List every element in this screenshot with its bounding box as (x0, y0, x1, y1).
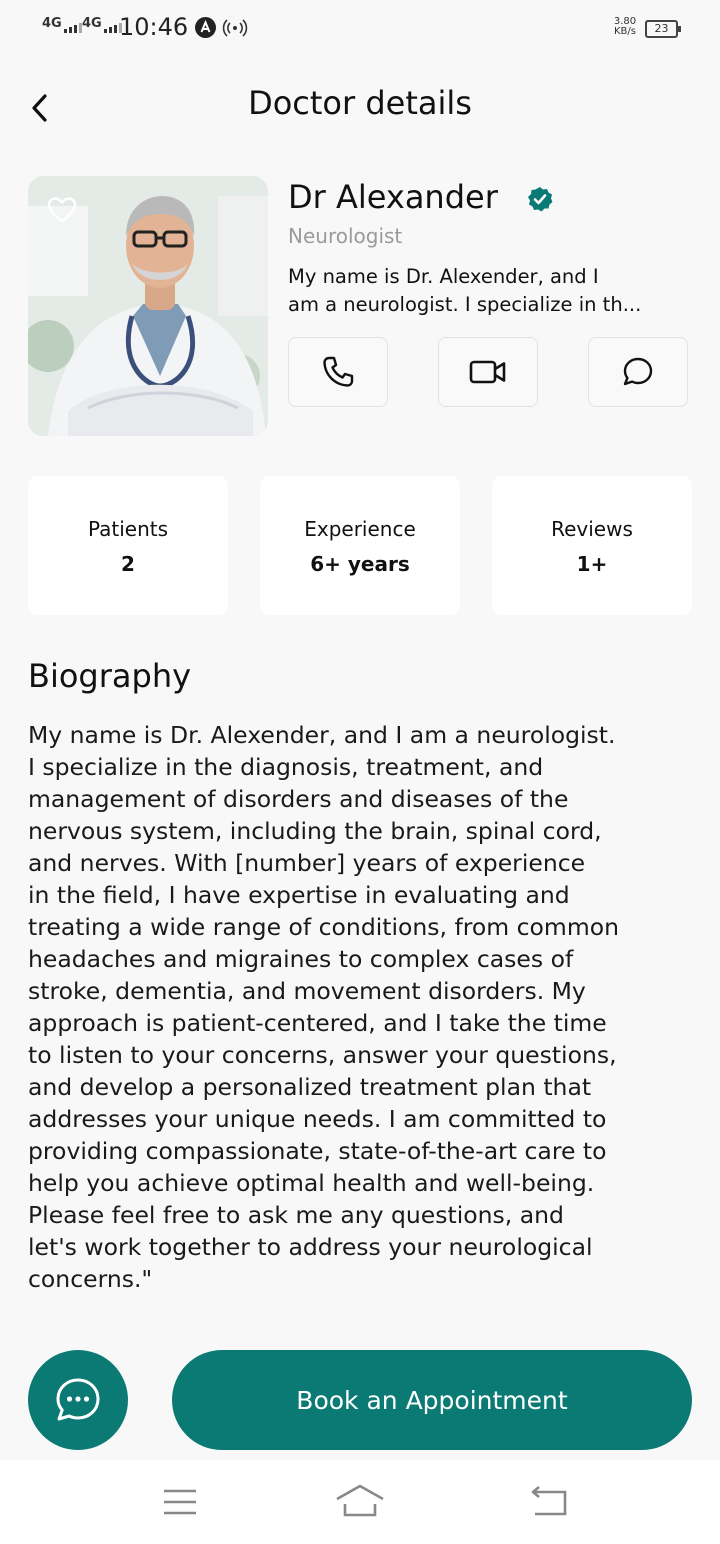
biography-line: treating a wide range of conditions, fro… (28, 913, 619, 941)
video-camera-icon (469, 360, 506, 384)
biography-line: and develop a personalized treatment pla… (28, 1073, 592, 1101)
biography-line: concerns." (28, 1265, 153, 1293)
biography-line: help you achieve optimal health and well… (28, 1169, 595, 1197)
network-speed-unit: KB/s (614, 26, 636, 37)
biography-heading: Biography (28, 657, 192, 695)
stat-card-patients: Patients 2 (28, 476, 228, 615)
menu-icon (164, 1489, 196, 1515)
nav-home-button[interactable] (335, 1480, 385, 1524)
biography-line: approach is patient-centered, and I take… (28, 1009, 607, 1037)
stat-label: Reviews (551, 517, 633, 541)
biography-line: stroke, dementia, and movement disorders… (28, 977, 586, 1005)
biography-line: I specialize in the diagnosis, treatment… (28, 753, 544, 781)
battery-level: 23 (654, 22, 669, 35)
biography-line: let's work together to address your neur… (28, 1233, 593, 1261)
biography-line: providing compassionate, state-of-the-ar… (28, 1137, 607, 1165)
system-nav-bar (0, 1460, 720, 1544)
stat-card-experience: Experience 6+ years (260, 476, 460, 615)
network-speed: 3.80 KB/s (608, 17, 642, 37)
phone-icon (323, 356, 354, 387)
nav-back-button[interactable] (525, 1480, 575, 1524)
doctor-summary: My name is Dr. Alexender, and I am a neu… (288, 263, 698, 319)
signal-indicator-2: 4G (82, 16, 122, 33)
stat-value: 6+ years (310, 552, 410, 576)
biography-line: management of disorders and diseases of … (28, 785, 569, 813)
biography-line: nervous system, including the brain, spi… (28, 817, 602, 845)
biography-line: in the field, I have expertise in evalua… (28, 881, 570, 909)
biography-line: and nerves. With [number] years of exper… (28, 849, 586, 877)
biography-line: addresses your unique needs. I am commit… (28, 1105, 607, 1133)
video-call-button[interactable] (438, 337, 538, 407)
message-button[interactable] (588, 337, 688, 407)
call-button[interactable] (288, 337, 388, 407)
status-bar: 4G 4G 10:46 3.80 KB/s 23 (0, 0, 720, 58)
biography-text: My name is Dr. Alexender, and I am a neu… (28, 719, 698, 1295)
doctor-photo (28, 176, 268, 436)
summary-line: My name is Dr. Alexender, and I (288, 265, 599, 288)
stat-label: Experience (304, 517, 416, 541)
nav-menu-button[interactable] (155, 1480, 205, 1524)
home-icon (336, 1484, 384, 1517)
network-type-2: 4G (82, 16, 102, 31)
biography-line: to listen to your concerns, answer your … (28, 1041, 617, 1069)
chat-dots-icon (56, 1378, 100, 1421)
app-notification-icon (195, 17, 216, 38)
network-type-1: 4G (42, 16, 62, 31)
doctor-name: Dr Alexander (288, 178, 498, 216)
battery-icon: 23 (645, 20, 681, 38)
signal-indicator-1: 4G (42, 16, 82, 33)
book-appointment-label: Book an Appointment (296, 1385, 568, 1415)
stat-value: 1+ (576, 552, 608, 576)
favorite-button[interactable] (46, 194, 78, 226)
doctor-specialty: Neurologist (288, 224, 403, 248)
book-appointment-button[interactable]: Book an Appointment (172, 1350, 692, 1450)
page-title: Doctor details (248, 84, 472, 122)
stat-label: Patients (87, 517, 169, 541)
heart-outline-icon (47, 197, 77, 223)
biography-line: headaches and migraines to complex cases… (28, 945, 574, 973)
status-clock: 10:46 (119, 13, 189, 41)
stat-value: 2 (121, 552, 135, 576)
biography-line: Please feel free to ask me any questions… (28, 1201, 564, 1229)
chat-bubble-icon (623, 357, 653, 386)
signal-bars-icon (63, 23, 82, 33)
stat-card-reviews: Reviews 1+ (492, 476, 692, 615)
biography-line: My name is Dr. Alexender, and I am a neu… (28, 721, 616, 749)
verified-badge-icon (526, 185, 554, 213)
hotspot-icon (222, 15, 248, 45)
summary-line: am a neurologist. I specialize in th... (288, 293, 642, 316)
chat-button[interactable] (28, 1350, 128, 1450)
back-icon (531, 1486, 567, 1516)
